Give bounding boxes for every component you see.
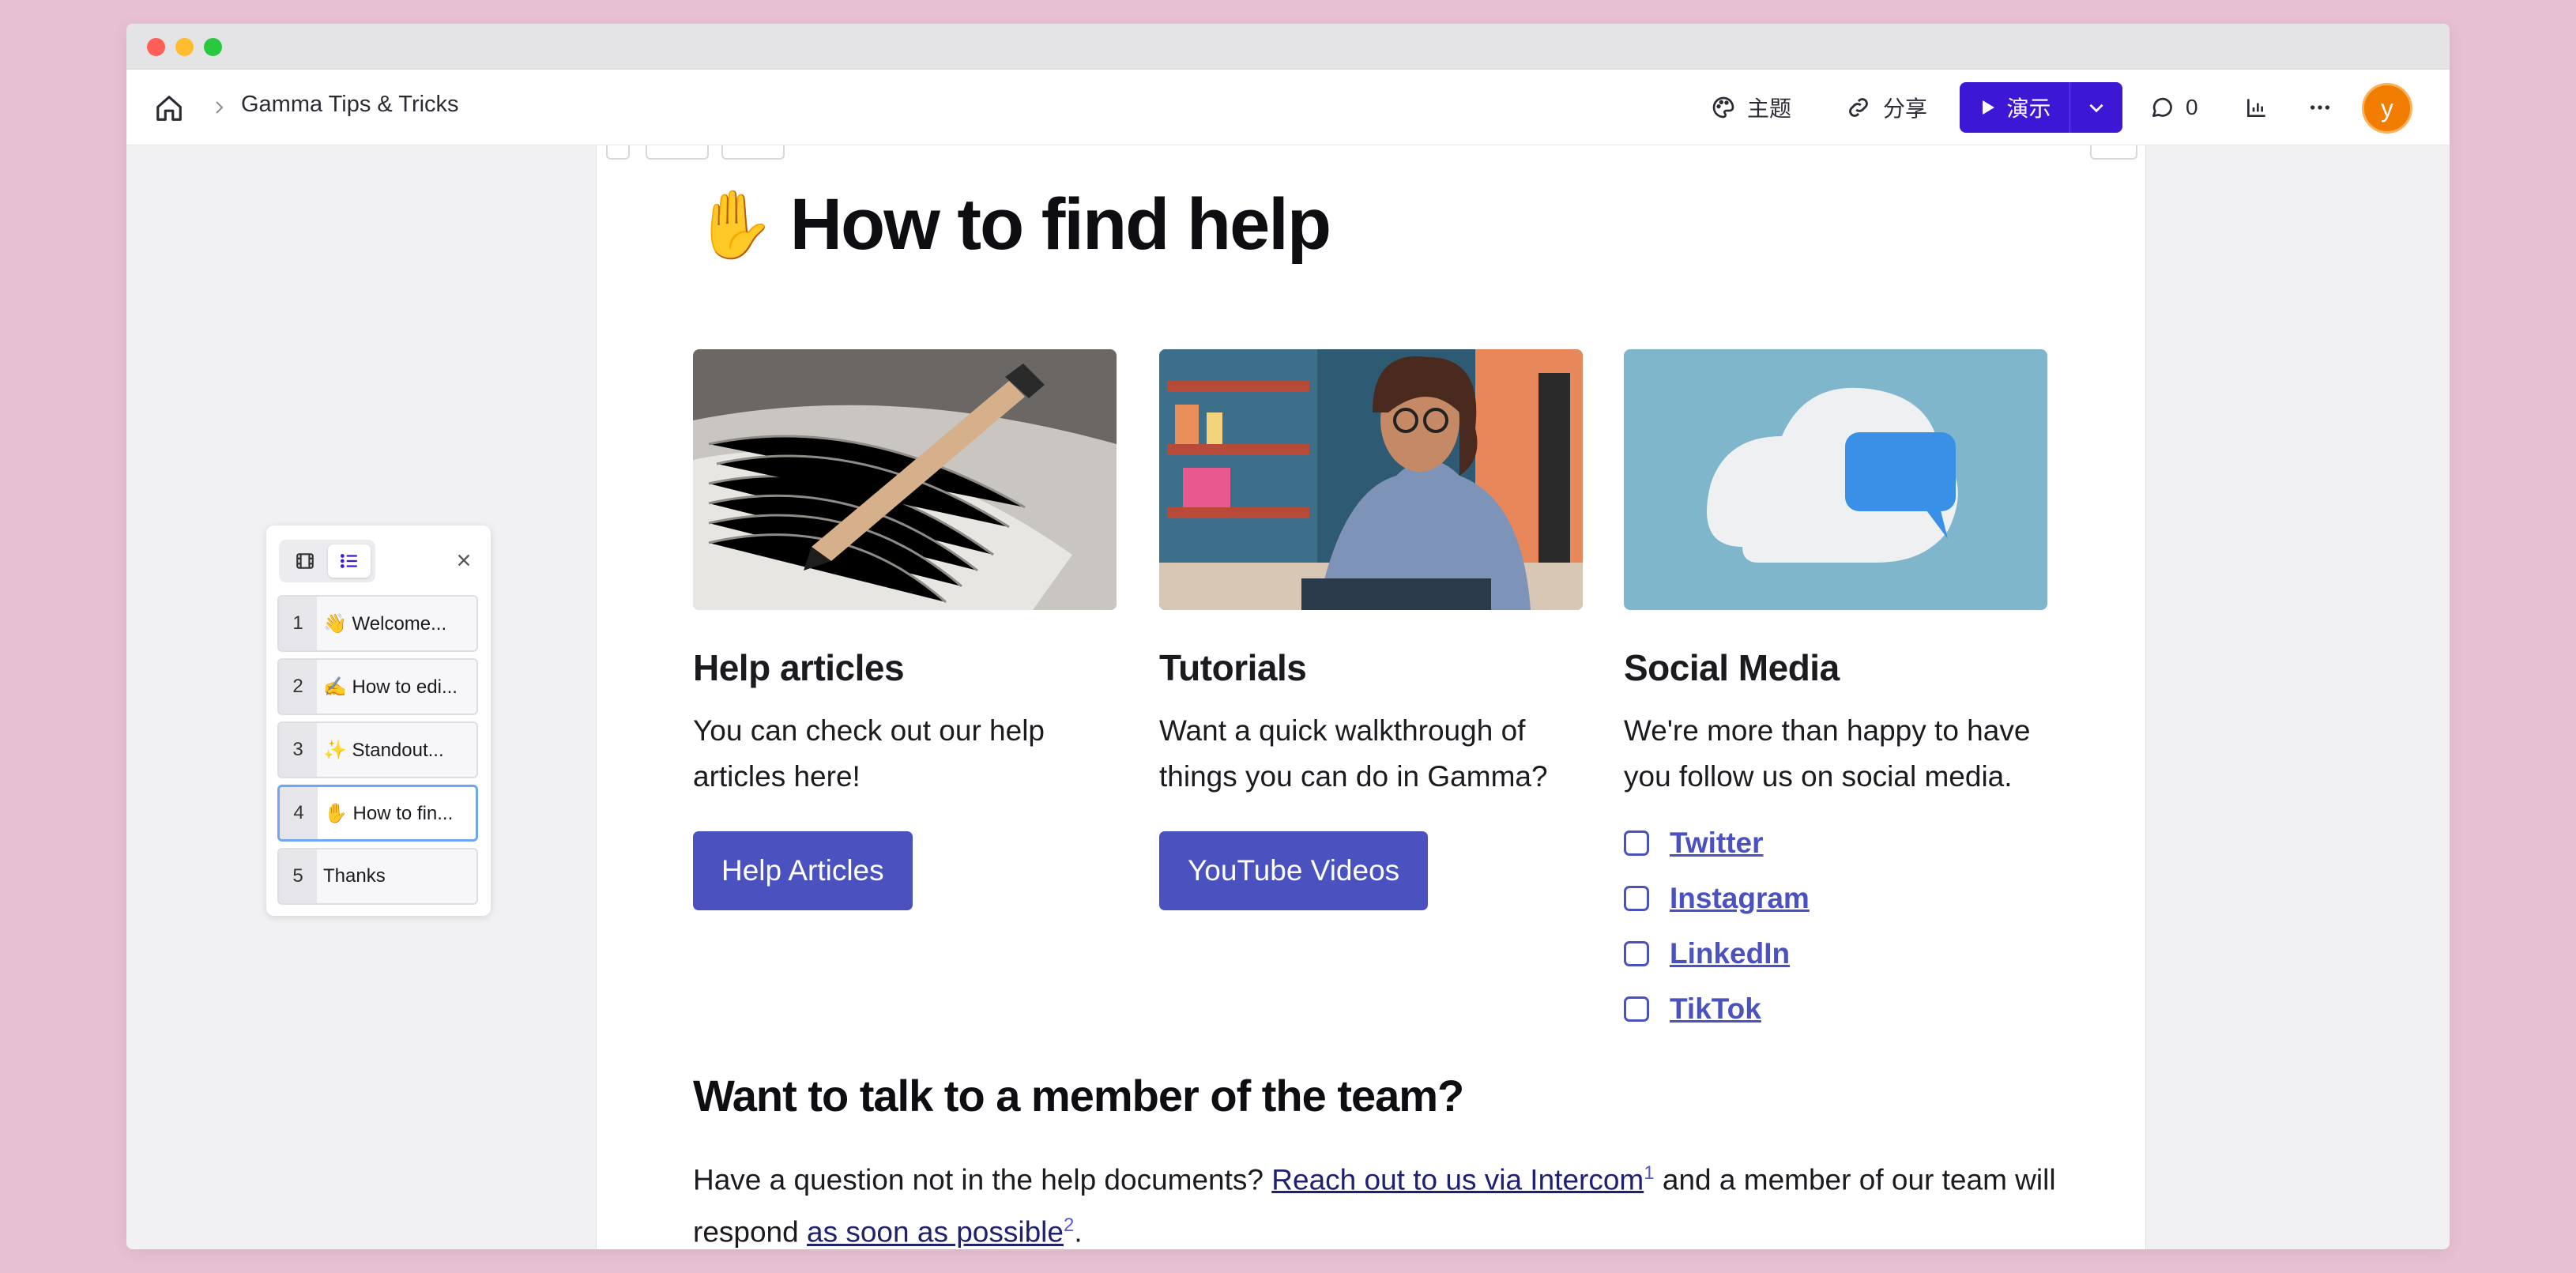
slide-label: Thanks — [323, 865, 386, 887]
present-label: 演示 — [2006, 96, 2051, 121]
team-heading: Want to talk to a member of the team? — [693, 1071, 1464, 1120]
page-title[interactable]: ✋ How to find help — [693, 183, 1331, 266]
palette-icon — [1712, 96, 1734, 119]
list-view-button[interactable] — [328, 544, 371, 578]
present-options-dropdown[interactable] — [2070, 82, 2122, 133]
slide-number: 1 — [279, 597, 317, 650]
contact-text: . — [1074, 1215, 1083, 1249]
slide-thumbnail[interactable]: 2 ✍️ How to edi... — [277, 658, 478, 715]
footnote-1[interactable]: 1 — [1644, 1162, 1654, 1184]
share-label: 分享 — [1883, 96, 1928, 121]
chat-bubble-image[interactable] — [1624, 349, 2047, 610]
slide-label: ✍️ How to edi... — [323, 676, 458, 698]
window-titlebar — [126, 24, 2450, 70]
slide-thumbnail[interactable]: 5 Thanks — [277, 848, 478, 905]
list-item: Instagram — [1624, 871, 2047, 926]
social-media-text: We're more than happy to have you follow… — [1624, 714, 2031, 793]
share-button[interactable]: 分享 — [1845, 87, 1927, 128]
slide-number: 5 — [279, 849, 317, 903]
analytics-icon — [2247, 99, 2265, 117]
social-links-list: Twitter Instagram LinkedIn TikTok — [1624, 815, 2047, 1037]
card-tool[interactable] — [646, 145, 709, 160]
book-pen-image[interactable] — [693, 349, 1117, 610]
slide-number: 3 — [279, 723, 317, 777]
card-how-to-find-help: ✋ How to find help Help articles You can… — [596, 145, 2146, 1249]
intercom-link[interactable]: Reach out to us via Intercom — [1271, 1163, 1644, 1196]
slide-label: ✨ Standout... — [323, 739, 444, 761]
list-item: LinkedIn — [1624, 926, 2047, 981]
checkbox[interactable] — [1624, 996, 1649, 1022]
tutorials-text: Want a quick walkthrough of things you c… — [1159, 714, 1548, 793]
chevron-right-icon — [209, 98, 228, 117]
view-toggle — [279, 540, 375, 582]
more-options-button[interactable] — [2307, 87, 2344, 128]
comments-button[interactable]: 0 — [2149, 87, 2198, 128]
slide-number: 4 — [280, 787, 318, 839]
youtube-videos-button[interactable]: YouTube Videos — [1159, 831, 1429, 910]
checkbox[interactable] — [1624, 941, 1649, 966]
present-button[interactable]: 演示 — [1960, 82, 2070, 133]
slide-thumbnail-active[interactable]: 4 ✋ How to fin... — [277, 785, 478, 842]
comment-count: 0 — [2186, 95, 2198, 119]
play-icon — [1983, 100, 1995, 115]
breadcrumb-doc-title[interactable]: Gamma Tips & Tricks — [241, 92, 459, 118]
linkedin-link[interactable]: LinkedIn — [1670, 937, 1790, 970]
raised-hand-icon: ✋ — [693, 187, 776, 262]
instagram-link[interactable]: Instagram — [1670, 882, 1810, 915]
card-options[interactable] — [2090, 145, 2137, 160]
contact-paragraph: Have a question not in the help document… — [693, 1151, 2076, 1249]
help-articles-heading: Help articles — [693, 647, 905, 688]
column-help-articles: Help articles You can check out our help… — [693, 349, 1117, 910]
home-icon[interactable] — [153, 93, 185, 123]
twitter-link[interactable]: Twitter — [1670, 827, 1764, 860]
minimize-window-button[interactable] — [175, 38, 194, 56]
top-toolbar: Gamma Tips & Tricks 主题 分享 演示 0 y — [126, 70, 2450, 145]
help-articles-button[interactable]: Help Articles — [693, 831, 913, 910]
list-icon — [340, 554, 357, 568]
response-time-link[interactable]: as soon as possible — [807, 1216, 1064, 1249]
slide-label: ✋ How to fin... — [324, 802, 454, 824]
theme-label: 主题 — [1747, 96, 1792, 121]
slide-thumbnail[interactable]: 3 ✨ Standout... — [277, 721, 478, 778]
theme-button[interactable]: 主题 — [1711, 87, 1791, 128]
film-icon — [296, 553, 314, 569]
close-panel-button[interactable] — [448, 544, 480, 576]
close-window-button[interactable] — [147, 38, 165, 56]
help-articles-text: You can check out our help articles here… — [693, 714, 1045, 793]
list-item: TikTok — [1624, 981, 2047, 1037]
chevron-down-icon — [2089, 104, 2103, 113]
list-item: Twitter — [1624, 815, 2047, 871]
tiktok-link[interactable]: TikTok — [1670, 992, 1761, 1026]
card-handle[interactable] — [606, 145, 630, 160]
checkbox[interactable] — [1624, 886, 1649, 911]
footnote-2[interactable]: 2 — [1064, 1215, 1074, 1236]
contact-text: Have a question not in the help document… — [693, 1163, 1272, 1196]
page-title-text: How to find help — [789, 184, 1331, 265]
card-tool[interactable] — [721, 145, 785, 160]
column-social-media: Social Media We're more than happy to ha… — [1624, 349, 2047, 1037]
slide-number: 2 — [279, 660, 317, 714]
link-icon — [1849, 98, 1868, 117]
column-tutorials: Tutorials Want a quick walkthrough of th… — [1159, 349, 1583, 910]
social-media-heading: Social Media — [1624, 647, 1840, 688]
zoom-window-button[interactable] — [204, 38, 222, 56]
slide-thumbnail[interactable]: 1 👋 Welcome... — [277, 595, 478, 652]
slides-panel: 1 👋 Welcome... 2 ✍️ How to edi... 3 ✨ Stand… — [266, 525, 491, 916]
user-avatar[interactable]: y — [2362, 83, 2412, 134]
slide-label: 👋 Welcome... — [323, 612, 447, 635]
checkbox[interactable] — [1624, 830, 1649, 856]
tutorials-heading: Tutorials — [1159, 647, 1307, 688]
app-window: Gamma Tips & Tricks 主题 分享 演示 0 y ✋ How t… — [126, 24, 2450, 1249]
present-button-group: 演示 — [1960, 82, 2122, 133]
filmstrip-view-button[interactable] — [284, 544, 326, 578]
analytics-button[interactable] — [2244, 87, 2280, 128]
close-icon — [458, 554, 470, 567]
tutorials-illustration-image[interactable] — [1159, 349, 1583, 610]
comment-icon — [2152, 97, 2172, 117]
more-horizontal-icon — [2310, 105, 2329, 110]
